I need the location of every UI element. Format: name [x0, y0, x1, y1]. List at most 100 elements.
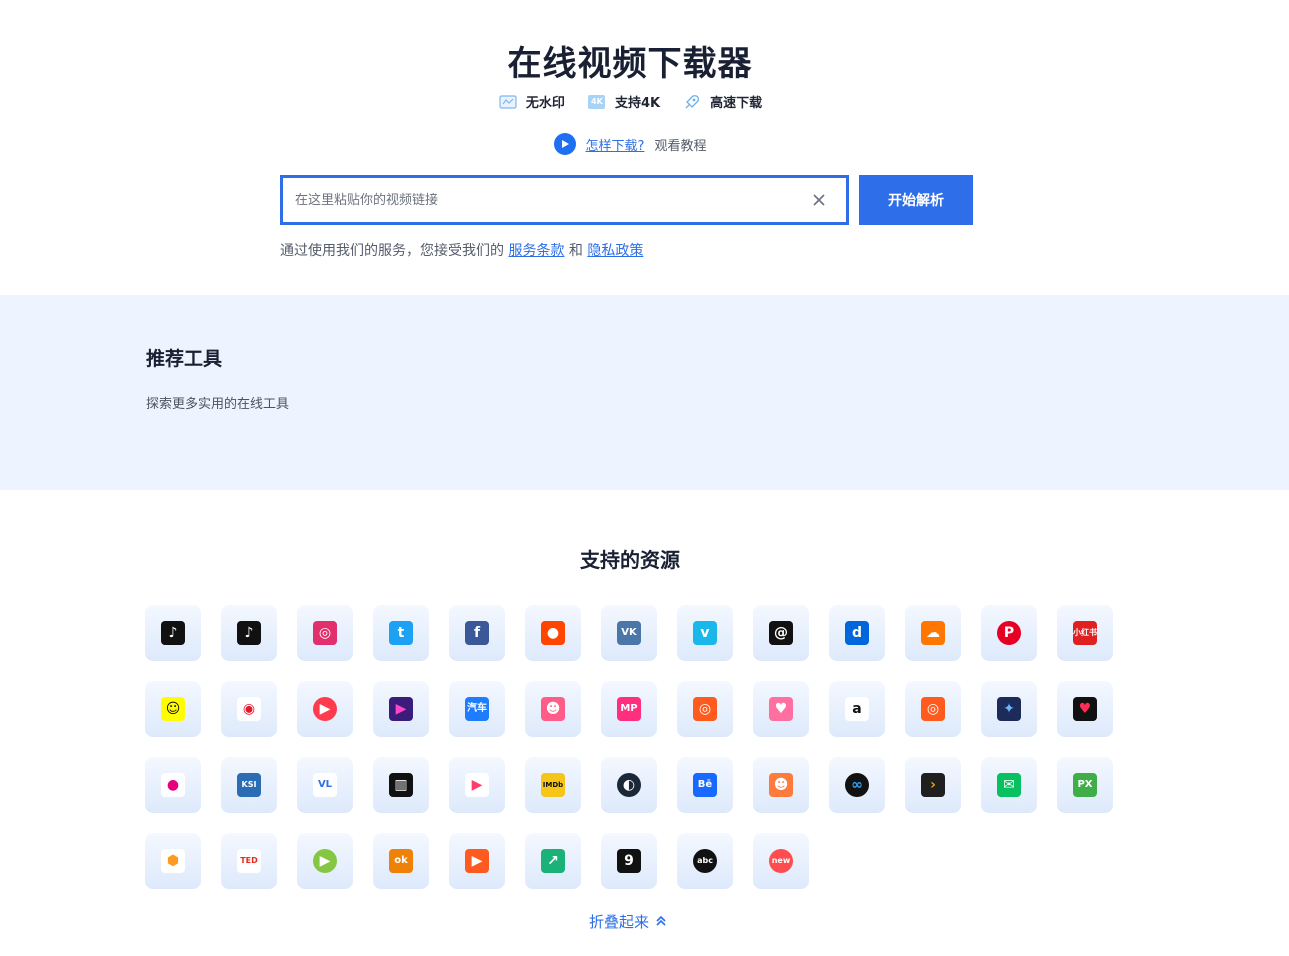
source-tile-abc[interactable]: abc: [677, 833, 733, 889]
source-tile-pink-banner[interactable]: ♥: [753, 681, 809, 737]
url-search-box: [280, 175, 849, 225]
source-tile-reddit[interactable]: ●: [525, 605, 581, 661]
mp-icon: MP: [617, 697, 641, 721]
source-tile-new[interactable]: new: [753, 833, 809, 889]
source-tile-infinity[interactable]: ∞: [829, 757, 885, 813]
source-tile-vk[interactable]: VK: [601, 605, 657, 661]
dailymotion-icon: d: [845, 621, 869, 645]
source-tile-tiktok[interactable]: ♪: [145, 605, 201, 661]
source-tile-odnoklassniki[interactable]: ok: [373, 833, 429, 889]
feature-list: 无水印 4K 支持4K 高速下载: [0, 92, 1260, 111]
source-tile-twitter[interactable]: t: [373, 605, 429, 661]
source-tile-instagram[interactable]: ◎: [297, 605, 353, 661]
source-tile-xiaohongshu[interactable]: 小红书: [1057, 605, 1113, 661]
source-tile-steam[interactable]: ◐: [601, 757, 657, 813]
source-tile-ted[interactable]: TED: [221, 833, 277, 889]
infinity-icon: ∞: [845, 773, 869, 797]
source-tile-vimeo[interactable]: v: [677, 605, 733, 661]
source-tile-mp[interactable]: MP: [601, 681, 657, 737]
no-watermark-icon: [498, 93, 518, 111]
douyin-icon: ♪: [237, 621, 261, 645]
source-tile-px[interactable]: PX: [1057, 757, 1113, 813]
pink-face-icon: ☻: [541, 697, 565, 721]
source-tile-star-app[interactable]: ✦: [981, 681, 1037, 737]
source-tile-kuaishou-orange[interactable]: ◎: [677, 681, 733, 737]
source-tile-heart-app[interactable]: ♥: [1057, 681, 1113, 737]
twitter-icon: t: [389, 621, 413, 645]
px-icon: PX: [1073, 773, 1097, 797]
source-tile-kuaishou-red[interactable]: ▶: [297, 681, 353, 737]
clear-icon[interactable]: [808, 189, 830, 211]
feature-4k: 4K 支持4K: [587, 92, 660, 111]
cartoon-icon: ☻: [769, 773, 793, 797]
source-tile-behance[interactable]: Bē: [677, 757, 733, 813]
source-tile-cartoon[interactable]: ☻: [753, 757, 809, 813]
kuaishou-orange-icon: ◎: [693, 697, 717, 721]
star-app-icon: ✦: [997, 697, 1021, 721]
source-tile-archive[interactable]: ▥: [373, 757, 429, 813]
tiktok-icon: ♪: [161, 621, 185, 645]
pinterest-icon: P: [997, 621, 1021, 645]
source-tile-threads[interactable]: @: [753, 605, 809, 661]
source-tile-amazon[interactable]: a: [829, 681, 885, 737]
recommended-title: 推荐工具: [146, 348, 223, 370]
source-tile-kuaishou[interactable]: ◎: [905, 681, 961, 737]
url-input[interactable]: [295, 186, 795, 214]
soundcloud-icon: ☁: [921, 621, 945, 645]
source-tile-hexagon[interactable]: ⬢: [145, 833, 201, 889]
source-tile-video-box[interactable]: ▶: [449, 833, 505, 889]
how-to-download-link[interactable]: 怎样下载?: [586, 135, 645, 154]
tutorial-row: 怎样下载? 观看教程: [0, 133, 1260, 155]
source-tile-plex[interactable]: ›: [905, 757, 961, 813]
source-tile-douyin[interactable]: ♪: [221, 605, 277, 661]
page-title: 在线视频下载器: [507, 44, 753, 84]
source-tile-pink-ball[interactable]: ●: [145, 757, 201, 813]
kuaishou-icon: ◎: [921, 697, 945, 721]
kuaishou-red-icon: ▶: [313, 697, 337, 721]
source-tile-wechat[interactable]: ✉: [981, 757, 1037, 813]
terms-and: 和: [568, 243, 583, 259]
feature-no-watermark: 无水印: [498, 92, 565, 111]
autohome-icon: 汽车: [465, 697, 489, 721]
source-tile-pink-face[interactable]: ☻: [525, 681, 581, 737]
source-tile-green-arrow[interactable]: ↗: [525, 833, 581, 889]
video-box-icon: ▶: [465, 849, 489, 873]
hero-section: 在线视频下载器 无水印 4K 支持4K 高速下载 怎样下载? 观看教程 在这里粘…: [0, 0, 1289, 295]
feature-label: 高速下载: [710, 96, 763, 111]
source-tile-autohome[interactable]: 汽车: [449, 681, 505, 737]
green-arrow-icon: ↗: [541, 849, 565, 873]
source-tile-colorful-play[interactable]: ▶: [449, 757, 505, 813]
source-tile-facebook[interactable]: f: [449, 605, 505, 661]
source-grid: ♪ ♪ ◎ t f ● VK v @ d ☁ P 小红书 ☺ ◉ ▶ ▶ 汽车 ☻ MP ◎ ♥ a ◎ ✦ ♥ ● KSI VL ▥ ▶ I…: [145, 605, 1125, 889]
privacy-policy-link[interactable]: 隐私政策: [587, 243, 643, 259]
source-tile-ninegag[interactable]: 9: [601, 833, 657, 889]
rocket-icon: [682, 93, 702, 111]
source-tile-weibo[interactable]: ◉: [221, 681, 277, 737]
amazon-icon: a: [845, 697, 869, 721]
archive-icon: ▥: [389, 773, 413, 797]
supported-sources-title: 支持的资源: [580, 548, 680, 572]
source-tile-soundcloud[interactable]: ☁: [905, 605, 961, 661]
source-tile-dailymotion[interactable]: d: [829, 605, 885, 661]
facebook-icon: f: [465, 621, 489, 645]
pink-ball-icon: ●: [161, 773, 185, 797]
start-parse-button[interactable]: 开始解析: [859, 175, 973, 225]
play-icon[interactable]: [553, 133, 576, 155]
source-tile-vl[interactable]: VL: [297, 757, 353, 813]
source-tile-rumble[interactable]: ▶: [297, 833, 353, 889]
collapse-button[interactable]: 折叠起来: [0, 911, 1256, 932]
source-tile-pinterest[interactable]: P: [981, 605, 1037, 661]
xiaohongshu-icon: 小红书: [1073, 621, 1097, 645]
odnoklassniki-icon: ok: [389, 849, 413, 873]
wechat-icon: ✉: [997, 773, 1021, 797]
terms-notice: 通过使用我们的服务，您接受我们的 服务条款 和 隐私政策: [280, 240, 643, 260]
source-tile-snapchat[interactable]: ☺: [145, 681, 201, 737]
source-tile-purple-play[interactable]: ▶: [373, 681, 429, 737]
recommended-subtitle: 探索更多实用的在线工具: [146, 397, 290, 412]
source-tile-ksi[interactable]: KSI: [221, 757, 277, 813]
source-tile-imdb[interactable]: IMDb: [525, 757, 581, 813]
terms-of-service-link[interactable]: 服务条款: [508, 243, 564, 259]
ted-icon: TED: [237, 849, 261, 873]
weibo-icon: ◉: [237, 697, 261, 721]
feature-fast-download: 高速下载: [682, 92, 762, 111]
